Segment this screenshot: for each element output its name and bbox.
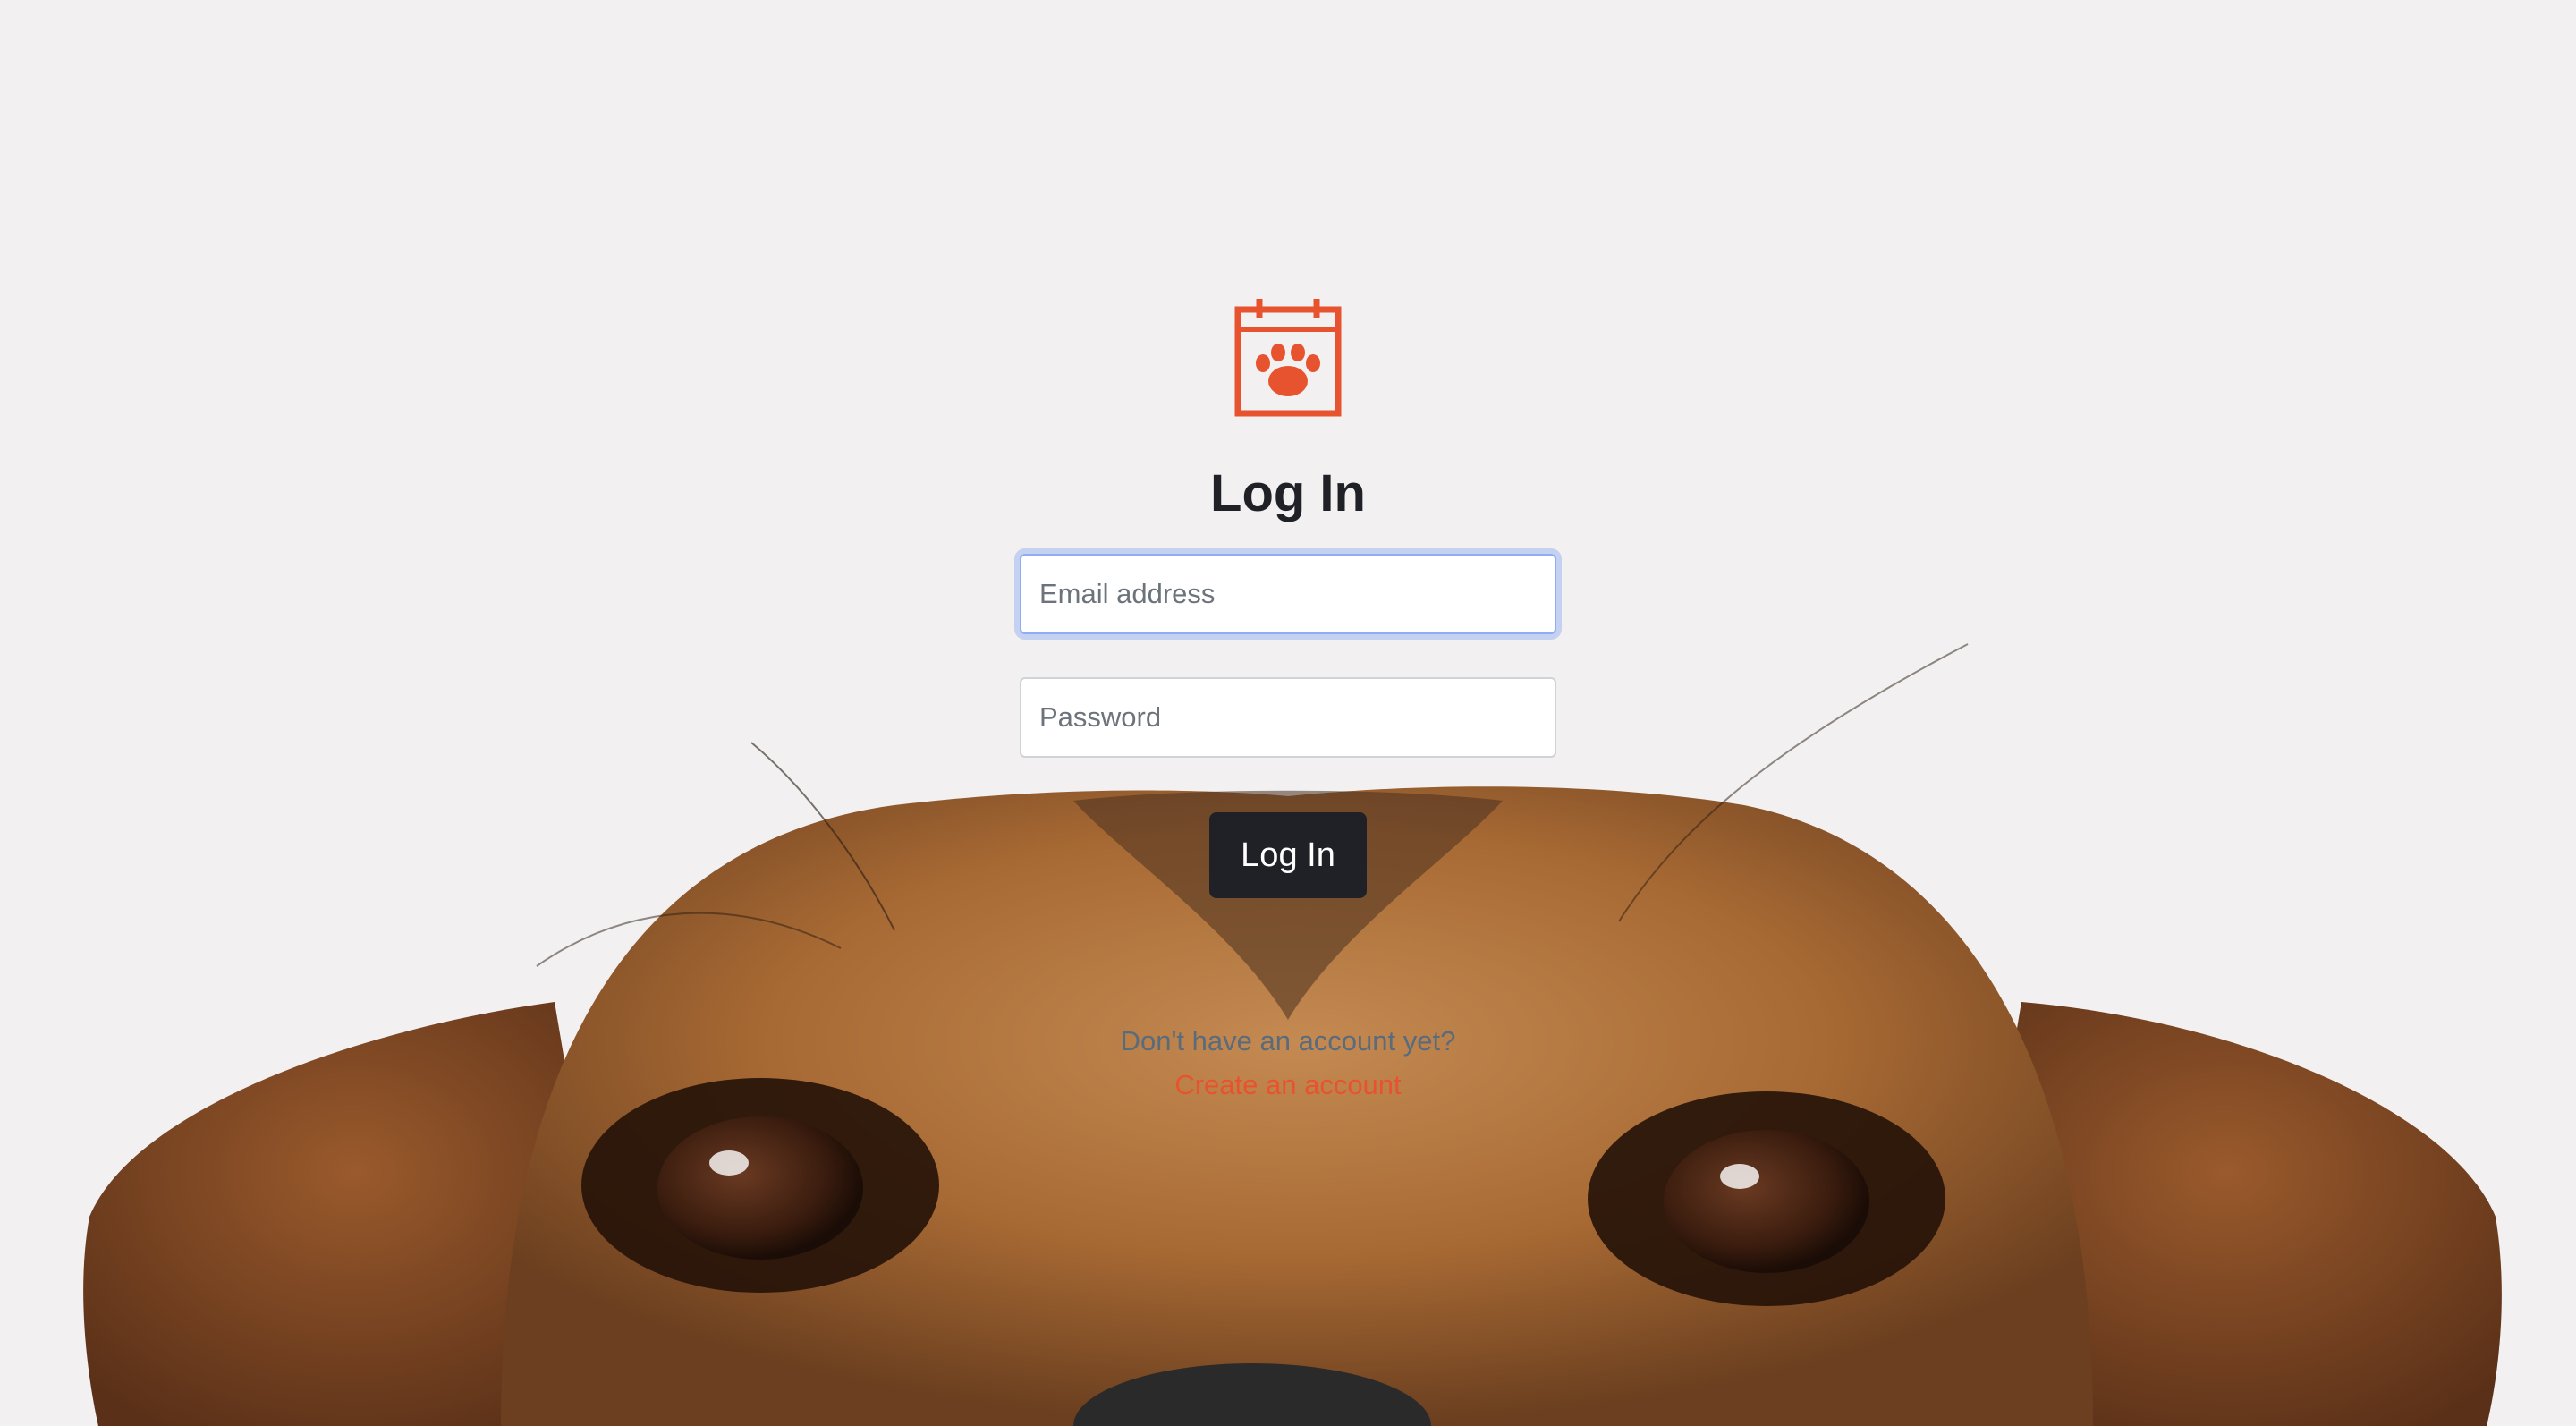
login-panel: Log In Log In Don't have an account yet?…	[0, 0, 2576, 1426]
page-title: Log In	[1210, 464, 1366, 522]
email-input[interactable]	[1020, 554, 1556, 634]
create-account-link[interactable]: Create an account	[0, 1067, 2576, 1103]
login-button[interactable]: Log In	[1209, 812, 1367, 898]
calendar-paw-icon	[1234, 299, 1342, 417]
password-input[interactable]	[1020, 677, 1556, 758]
signup-prompt: Don't have an account yet?	[1120, 1025, 1456, 1057]
